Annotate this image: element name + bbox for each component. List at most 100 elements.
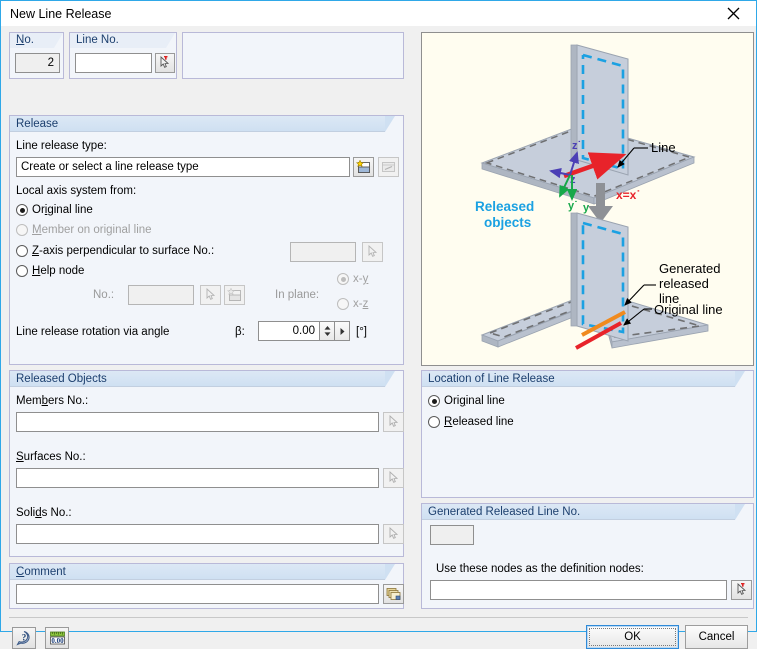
radio-dot-icon xyxy=(16,265,28,277)
help-node-no-combo xyxy=(128,285,194,305)
line-release-type-label: Line release type: xyxy=(16,140,107,152)
radio-location-released-line-label: Released line xyxy=(444,416,514,428)
radio-dot-icon xyxy=(16,204,28,216)
svg-text:Original line: Original line xyxy=(654,302,723,317)
released-objects-title: Released Objects xyxy=(16,373,107,385)
help-button[interactable]: ? xyxy=(12,627,36,649)
radio-in-plane-xy-label: x-y xyxy=(353,273,369,285)
no-panel-header: No. xyxy=(10,33,63,48)
label-x-axis: x=x˙ xyxy=(616,188,640,202)
comment-library-button[interactable] xyxy=(383,584,404,604)
rotation-angle-label: Line release rotation via angle xyxy=(16,326,170,338)
radio-dot-icon xyxy=(16,245,28,257)
ok-button-label: OK xyxy=(624,631,641,643)
dialog-body: No. 2 Line No. Release Line release type… xyxy=(1,27,756,649)
svg-text:y: y xyxy=(583,202,590,214)
members-pick-button[interactable] xyxy=(383,412,404,432)
spinner-right-icon[interactable] xyxy=(334,322,349,340)
beta-unit-label: [°] xyxy=(356,326,367,338)
radio-dot-icon xyxy=(428,416,440,428)
location-group-header: Location of Line Release xyxy=(422,371,745,387)
label-line: Line xyxy=(651,140,676,155)
radio-original-line-label: Original line xyxy=(32,204,93,216)
radio-in-plane-xz-label: x-z xyxy=(353,298,369,310)
radio-dot-icon xyxy=(16,224,28,236)
local-axis-system-label: Local axis system from: xyxy=(16,185,137,197)
help-question-icon: ? xyxy=(16,630,30,646)
svg-text:y˙: y˙ xyxy=(568,200,578,212)
solids-no-label: Solids No.: xyxy=(16,507,72,519)
surfaces-no-input[interactable] xyxy=(16,468,379,488)
dialog-window: New Line Release No. 2 Line No. Release … xyxy=(0,0,757,649)
window-title: New Line Release xyxy=(10,6,112,21)
svg-text:0.00: 0.00 xyxy=(51,637,64,645)
definition-nodes-input[interactable] xyxy=(430,580,727,600)
top-vertical-surface xyxy=(570,44,629,176)
beta-symbol-label: β: xyxy=(235,326,245,338)
radio-member-on-original-line: Member on original line xyxy=(16,224,152,236)
surface-no-combo xyxy=(290,242,356,262)
right-column: x=x˙ z z˙ y˙ y xyxy=(412,27,756,631)
radio-help-node[interactable]: Help node xyxy=(16,265,84,277)
footer-divider xyxy=(9,617,748,618)
pick-line-button[interactable] xyxy=(155,53,175,73)
radio-location-original-line[interactable]: Original line xyxy=(428,395,505,407)
radio-z-axis-label: Z-axis perpendicular to surface No.: xyxy=(32,245,215,257)
line-no-panel: Line No. xyxy=(69,32,177,79)
radio-dot-icon xyxy=(337,298,349,310)
members-no-input[interactable] xyxy=(16,412,379,432)
generated-released-line-group: Generated Released Line No. Use these no… xyxy=(421,503,754,609)
close-icon[interactable] xyxy=(711,1,756,26)
radio-dot-icon xyxy=(337,273,349,285)
line-release-type-combo[interactable]: Create or select a line release type xyxy=(16,157,350,177)
radio-original-line[interactable]: Original line xyxy=(16,204,93,216)
cancel-button-label: Cancel xyxy=(698,631,735,643)
line-no-label: Line No. xyxy=(76,34,119,46)
definition-nodes-label: Use these nodes as the definition nodes: xyxy=(436,563,644,575)
beta-spinner[interactable]: 0.00 xyxy=(258,321,350,341)
solids-pick-button[interactable] xyxy=(383,524,404,544)
edit-line-release-type-button xyxy=(378,157,399,177)
radio-in-plane-xz: x-z xyxy=(337,298,368,310)
ok-button[interactable]: OK xyxy=(586,625,679,649)
new-line-release-type-button[interactable] xyxy=(353,157,374,177)
release-group-header: Release xyxy=(10,116,395,132)
surfaces-no-label: Surfaces No.: xyxy=(16,451,86,463)
surfaces-pick-button[interactable] xyxy=(383,468,404,488)
label-released-objects: Released xyxy=(475,199,534,214)
beta-value[interactable]: 0.00 xyxy=(259,322,319,340)
no-panel: No. 2 xyxy=(9,32,64,79)
in-plane-label: In plane: xyxy=(275,289,320,301)
radio-location-original-line-label: Original line xyxy=(444,395,505,407)
generated-group-title: Generated Released Line No. xyxy=(428,506,581,518)
svg-text:objects: objects xyxy=(484,215,531,230)
radio-member-on-original-line-label: Member on original line xyxy=(32,224,152,236)
cancel-button[interactable]: Cancel xyxy=(685,625,748,649)
generated-line-no-field xyxy=(430,525,474,545)
spinner-up-down-icon[interactable] xyxy=(319,322,335,340)
definition-nodes-pick-button[interactable] xyxy=(731,580,752,600)
solids-no-input[interactable] xyxy=(16,524,379,544)
comment-group: Comment xyxy=(9,563,404,609)
location-group-title: Location of Line Release xyxy=(428,373,555,385)
comment-header: Comment xyxy=(10,564,395,580)
help-node-no-label: No.: xyxy=(93,289,115,301)
title-bar: New Line Release xyxy=(1,1,756,27)
radio-location-released-line[interactable]: Released line xyxy=(428,416,514,428)
beta-spin-buttons[interactable] xyxy=(319,322,349,340)
no-label: No. xyxy=(16,34,34,46)
line-no-combo[interactable] xyxy=(75,53,152,73)
comment-combo[interactable] xyxy=(16,584,379,604)
illustration-svg: x=x˙ z z˙ y˙ y xyxy=(422,33,753,365)
comment-title: Comment xyxy=(16,566,66,578)
radio-in-plane-xy: x-y xyxy=(337,273,368,285)
release-group-title: Release xyxy=(16,118,59,130)
line-release-illustration: x=x˙ z z˙ y˙ y xyxy=(421,32,754,366)
units-button[interactable]: 0.00 xyxy=(45,627,69,649)
svg-text:released: released xyxy=(659,276,709,291)
help-node-pick-button xyxy=(200,285,221,305)
svg-text:Generated: Generated xyxy=(659,261,720,276)
location-of-line-release-group: Location of Line Release Original line R… xyxy=(421,370,754,498)
radio-z-axis-perpendicular[interactable]: Z-axis perpendicular to surface No.: xyxy=(16,245,214,257)
svg-text:?: ? xyxy=(22,633,27,643)
